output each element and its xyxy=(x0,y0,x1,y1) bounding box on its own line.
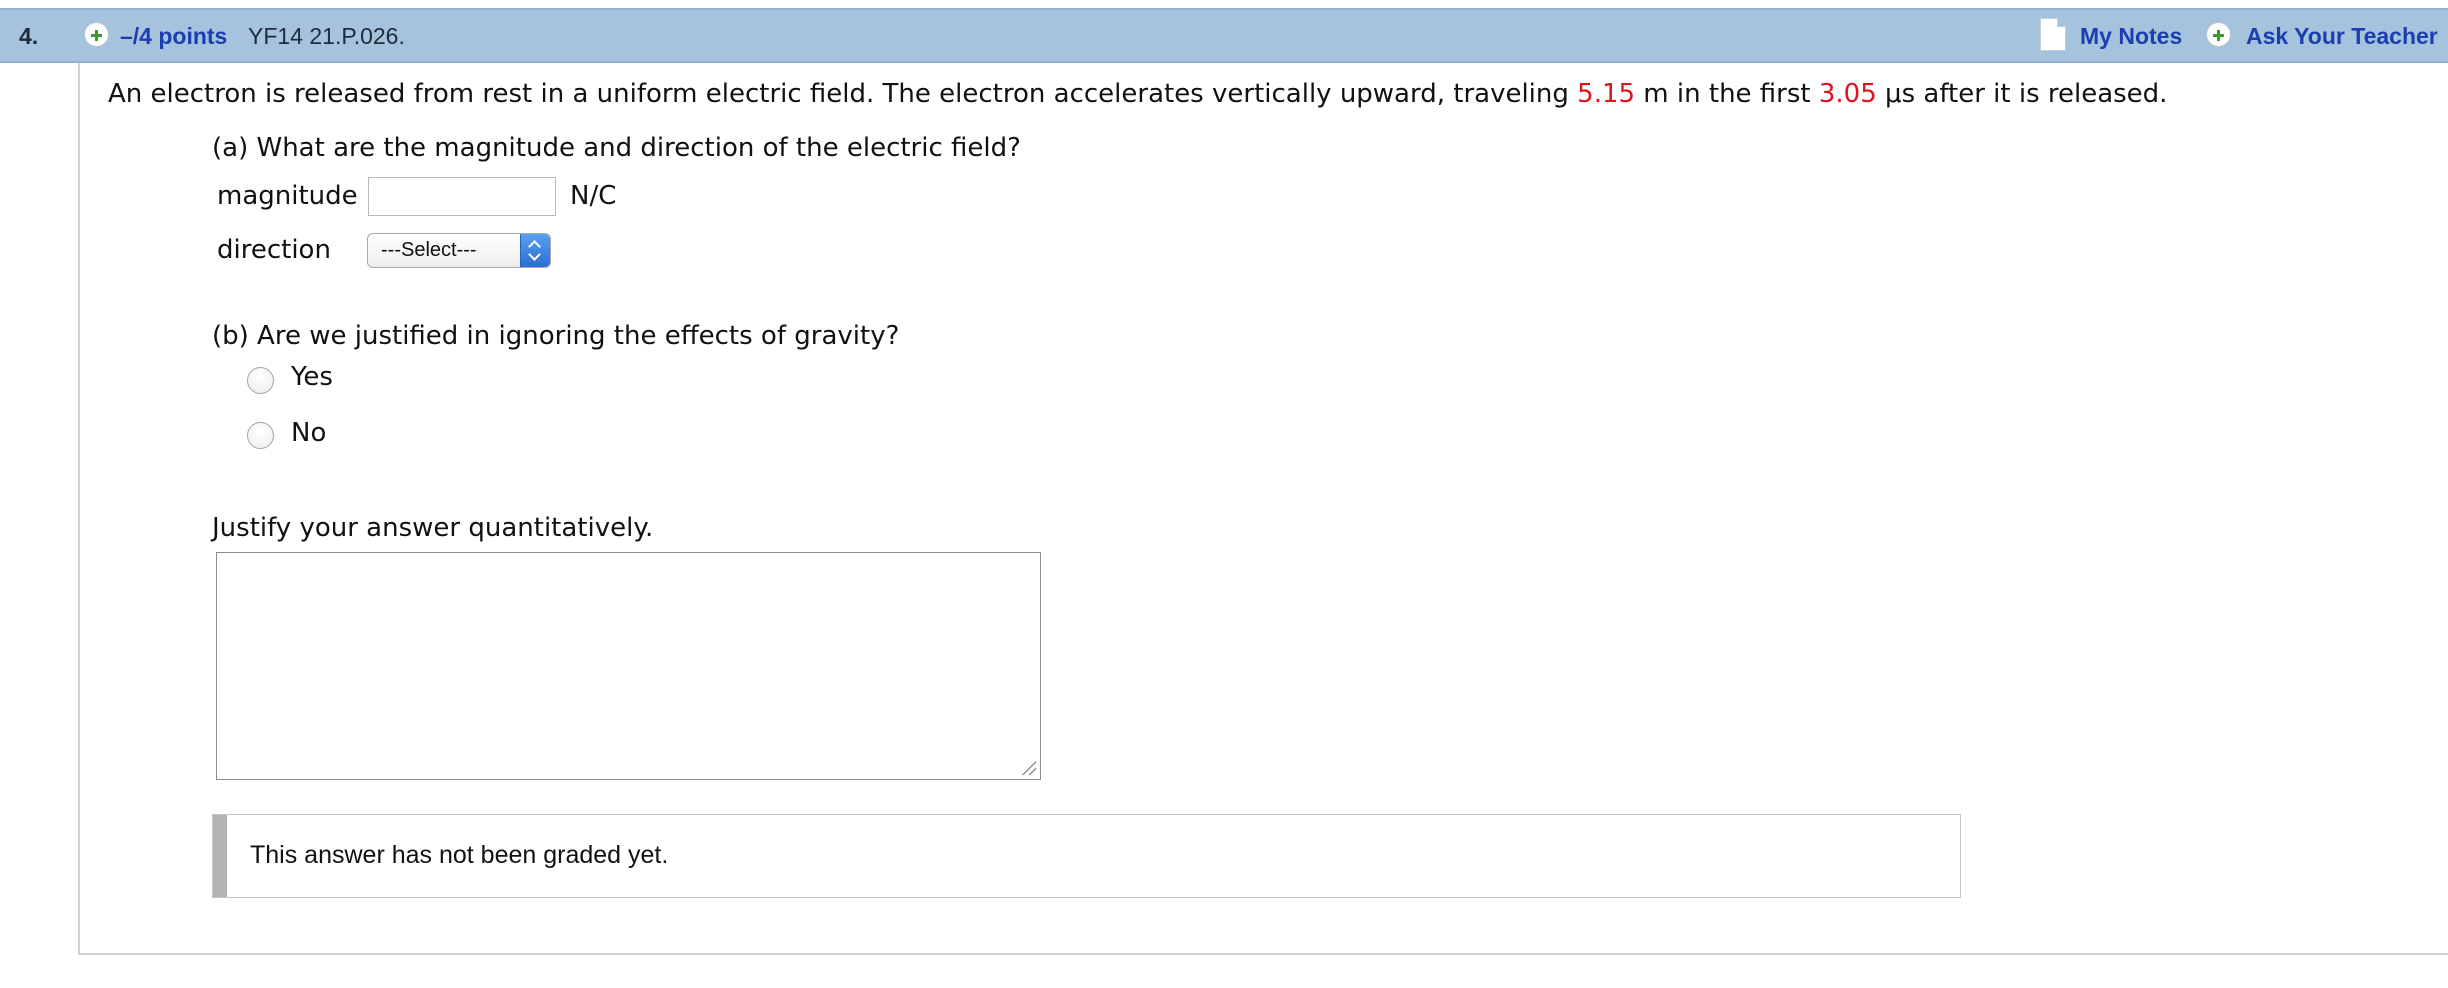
direction-select-value: ---Select--- xyxy=(381,239,477,261)
magnitude-input[interactable] xyxy=(368,177,556,216)
direction-label: direction xyxy=(217,235,331,265)
radio-no[interactable] xyxy=(247,422,274,449)
justify-label: Justify your answer quantitatively. xyxy=(212,513,654,543)
my-notes-link[interactable]: My Notes xyxy=(2080,23,2182,50)
radio-yes[interactable] xyxy=(247,367,274,394)
note-page-icon[interactable] xyxy=(2040,18,2066,51)
magnitude-unit: N/C xyxy=(570,181,617,211)
question-header-bar: 4. –/4 points YF14 21.P.026. My Notes As… xyxy=(0,8,2448,63)
magnitude-label: magnitude xyxy=(217,181,358,211)
justify-textarea[interactable] xyxy=(216,552,1041,780)
resize-grip-icon[interactable] xyxy=(1020,759,1036,775)
radio-no-label[interactable]: No xyxy=(291,418,326,448)
points-link[interactable]: –/4 points xyxy=(120,23,227,50)
question-prompt: An electron is released from rest in a u… xyxy=(108,79,2167,109)
plus-circle-icon[interactable] xyxy=(84,22,109,47)
prompt-text-middle: m in the first xyxy=(1635,79,1819,109)
grading-status-text: This answer has not been graded yet. xyxy=(250,841,669,869)
part-a-question: (a) What are the magnitude and direction… xyxy=(212,133,1021,163)
prompt-text-end: μs after it is released. xyxy=(1876,79,2168,109)
grading-status-box: This answer has not been graded yet. xyxy=(212,814,1961,898)
radio-yes-label[interactable]: Yes xyxy=(291,362,333,392)
question-number: 4. xyxy=(19,23,39,49)
ask-your-teacher-link[interactable]: Ask Your Teacher xyxy=(2246,23,2438,50)
status-accent-bar xyxy=(213,815,227,897)
distance-value: 5.15 xyxy=(1577,79,1636,109)
time-value: 3.05 xyxy=(1818,79,1877,109)
part-b-question: (b) Are we justified in ignoring the eff… xyxy=(212,321,900,351)
question-code: YF14 21.P.026. xyxy=(248,23,405,49)
prompt-text-start: An electron is released from rest in a u… xyxy=(108,79,1578,109)
plus-circle-icon[interactable] xyxy=(2206,22,2231,47)
updown-chevron-icon[interactable] xyxy=(520,234,550,267)
direction-select[interactable]: ---Select--- xyxy=(367,233,551,268)
